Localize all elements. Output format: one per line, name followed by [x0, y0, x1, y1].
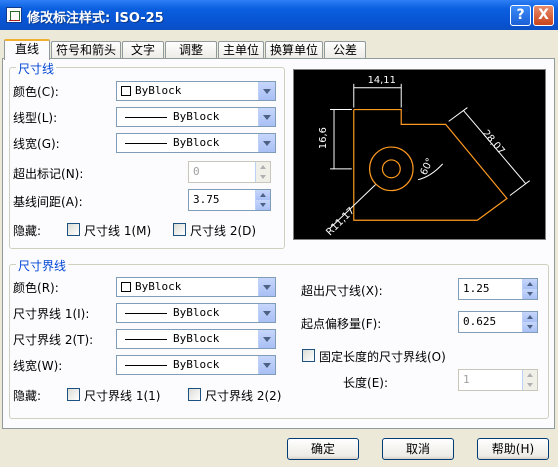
line-sample	[125, 365, 167, 366]
ext-linetype-1-combo[interactable]: ByBlock	[116, 303, 276, 323]
extend-beyond-dim-spinner[interactable]: 1.25	[458, 278, 538, 300]
fixed-length-checkbox[interactable]	[302, 349, 315, 362]
origin-offset-label: 起点偏移量(F):	[301, 317, 382, 331]
dim-lineweight-combo[interactable]: ByBlock	[116, 133, 276, 153]
suppress-label: 隐藏:	[13, 224, 42, 238]
origin-offset-spinner[interactable]: 0.625	[458, 311, 538, 333]
fixed-length-label[interactable]: 固定长度的尺寸界线(O)	[319, 348, 446, 365]
chevron-down-icon[interactable]	[258, 356, 275, 374]
spinner-value: 1.25	[463, 282, 490, 295]
ext-color-combo[interactable]: ByBlock	[116, 277, 276, 297]
ext-linetype-2-label: 尺寸界线 2(T):	[13, 333, 94, 347]
spin-down-icon[interactable]	[255, 200, 270, 210]
dimension-style-dialog: 修改标注样式: ISO-25 ? X 直线 符号和箭头 文字 调整 主单位 换算…	[0, 0, 558, 467]
spin-up-icon[interactable]	[522, 312, 537, 322]
suppress-ext-line-1-label[interactable]: 尺寸界线 1(1)	[84, 387, 160, 404]
ext-lineweight-combo[interactable]: ByBlock	[116, 355, 276, 375]
tab-panel-lines: 尺寸线 颜色(C): ByBlock 线型(L): ByBlock 线宽(G):…	[2, 58, 555, 429]
spinner-value: 0.625	[463, 315, 497, 328]
spin-down-icon[interactable]	[522, 289, 537, 299]
chevron-down-icon[interactable]	[258, 304, 275, 322]
combo-value: ByBlock	[135, 280, 182, 293]
combo-value: ByBlock	[173, 358, 220, 371]
line-sample	[125, 143, 167, 144]
ext-color-label: 颜色(R):	[13, 281, 59, 295]
group-title: 尺寸界线	[16, 257, 69, 274]
tab-symbols-arrows[interactable]: 符号和箭头	[51, 41, 121, 59]
chevron-down-icon[interactable]	[258, 134, 275, 152]
chevron-down-icon[interactable]	[258, 108, 275, 126]
chevron-down-icon[interactable]	[258, 278, 275, 296]
suppress-dim-line-2-label[interactable]: 尺寸线 2(D)	[190, 222, 256, 239]
lineweight-label: 线宽(G):	[13, 137, 60, 151]
spinner-value: 3.75	[193, 193, 220, 206]
cancel-button[interactable]: 取消	[382, 438, 454, 460]
spin-down-icon[interactable]	[522, 380, 537, 390]
chevron-down-icon[interactable]	[258, 330, 275, 348]
color-swatch	[121, 282, 131, 292]
extend-beyond-ticks-label: 超出标记(N):	[13, 167, 84, 181]
suppress-ext-line-2-label[interactable]: 尺寸界线 2(2)	[205, 387, 281, 404]
dimension-preview: 14,11 16,6 28,07 60° R11,17	[293, 69, 546, 240]
extend-beyond-ticks-spinner[interactable]: 0	[188, 161, 271, 183]
ext-linetype-2-combo[interactable]: ByBlock	[116, 329, 276, 349]
title-bar: 修改标注样式: ISO-25 ? X	[0, 0, 558, 30]
dim-color-combo[interactable]: ByBlock	[116, 81, 276, 101]
baseline-spacing-spinner[interactable]: 3.75	[188, 189, 271, 211]
ext-suppress-label: 隐藏:	[13, 389, 42, 403]
spin-up-icon[interactable]	[255, 190, 270, 200]
suppress-ext-line-2-checkbox[interactable]	[188, 388, 201, 401]
spin-down-icon[interactable]	[255, 172, 270, 182]
combo-value: ByBlock	[173, 306, 220, 319]
suppress-dim-line-1-label[interactable]: 尺寸线 1(M)	[84, 222, 151, 239]
dim-text-angle: 60°	[419, 156, 436, 177]
spin-down-icon[interactable]	[522, 322, 537, 332]
spin-up-icon[interactable]	[255, 162, 270, 172]
help-title-button[interactable]: ?	[510, 5, 531, 26]
baseline-spacing-label: 基线间距(A):	[13, 195, 83, 209]
spin-up-icon[interactable]	[522, 279, 537, 289]
dim-linetype-combo[interactable]: ByBlock	[116, 107, 276, 127]
suppress-ext-line-1-checkbox[interactable]	[67, 388, 80, 401]
tab-tolerances[interactable]: 公差	[324, 41, 366, 59]
close-button[interactable]: X	[533, 5, 554, 26]
ext-lineweight-label: 线宽(W):	[13, 359, 63, 373]
combo-value: ByBlock	[135, 84, 182, 97]
dim-text-radius: R11,17	[324, 206, 357, 239]
line-sample	[125, 313, 167, 314]
dim-text-top: 14,11	[368, 75, 396, 86]
tab-primary-units[interactable]: 主单位	[218, 41, 264, 59]
chevron-down-icon[interactable]	[258, 82, 275, 100]
spin-up-icon[interactable]	[522, 370, 537, 380]
color-label: 颜色(C):	[13, 85, 59, 99]
tab-alternate-units[interactable]: 换算单位	[265, 41, 323, 59]
combo-value: ByBlock	[173, 136, 220, 149]
group-title: 尺寸线	[16, 60, 57, 77]
color-swatch	[121, 86, 131, 96]
spinner-value: 0	[193, 165, 200, 178]
preview-dimensions	[329, 83, 530, 229]
suppress-dim-line-2-checkbox[interactable]	[173, 223, 186, 236]
tab-fit[interactable]: 调整	[165, 41, 217, 59]
line-sample	[125, 117, 167, 118]
window-title: 修改标注样式: ISO-25	[27, 11, 164, 26]
spinner-value: 1	[463, 373, 470, 386]
length-label: 长度(E):	[343, 376, 389, 390]
help-button[interactable]: 帮助(H)	[477, 438, 549, 460]
tab-lines[interactable]: 直线	[4, 39, 50, 60]
linetype-label: 线型(L):	[13, 111, 58, 125]
app-icon	[6, 7, 22, 23]
ok-button[interactable]: 确定	[287, 438, 359, 460]
combo-value: ByBlock	[173, 110, 220, 123]
combo-value: ByBlock	[173, 332, 220, 345]
extend-beyond-dim-label: 超出尺寸线(X):	[301, 284, 383, 298]
tab-text[interactable]: 文字	[122, 41, 164, 59]
ext-linetype-1-label: 尺寸界线 1(I):	[13, 307, 90, 321]
suppress-dim-line-1-checkbox[interactable]	[67, 223, 80, 236]
dim-text-right: 28,07	[480, 128, 507, 157]
length-spinner[interactable]: 1	[458, 369, 538, 391]
line-sample	[125, 339, 167, 340]
dim-text-left: 16,6	[318, 127, 329, 149]
